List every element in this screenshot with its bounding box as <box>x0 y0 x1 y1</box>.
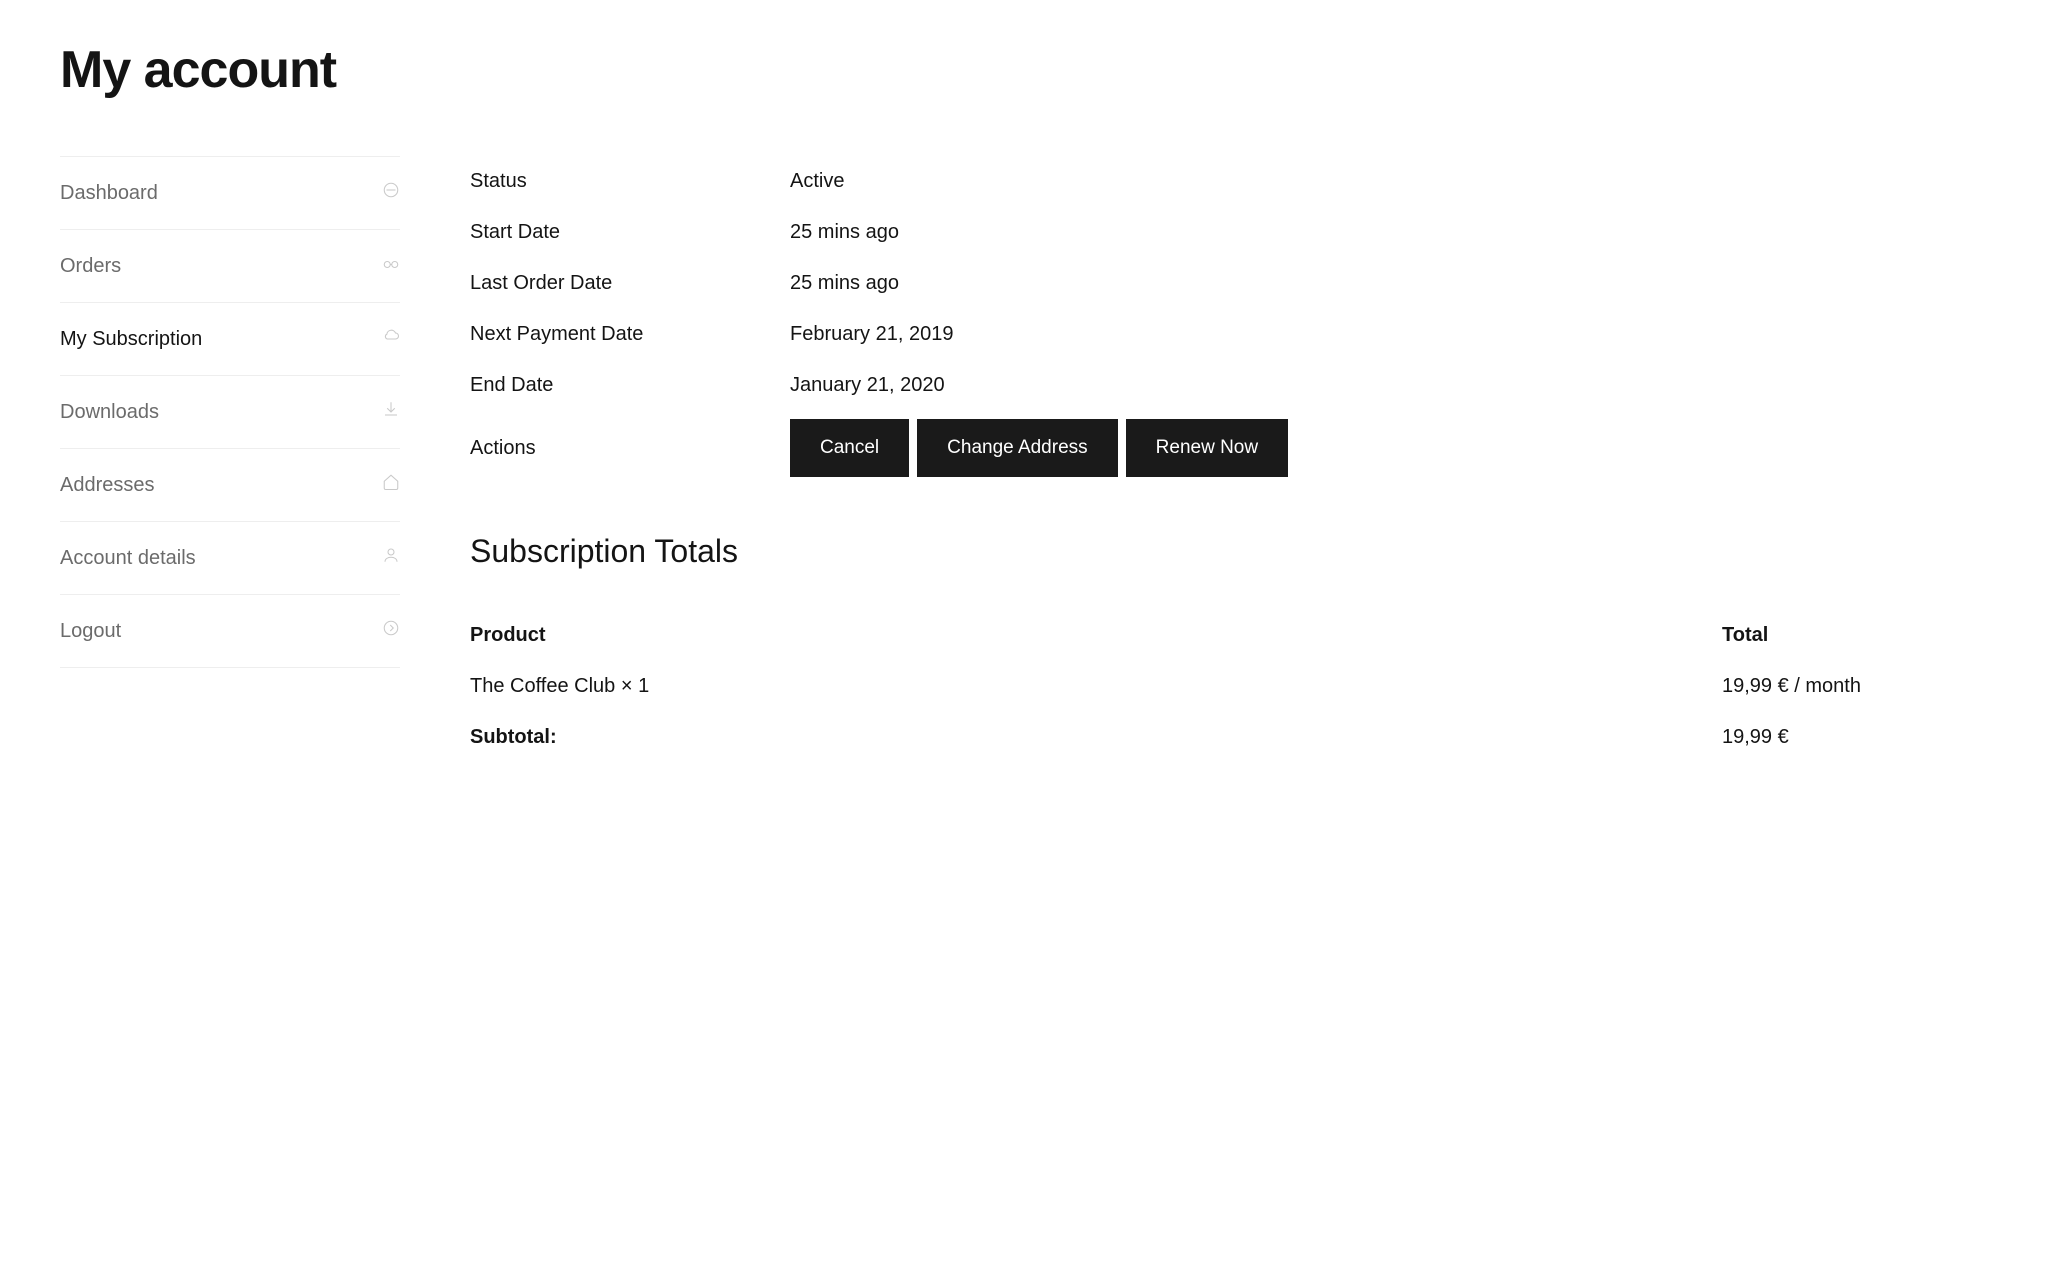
main-content: Status Active Start Date 25 mins ago Las… <box>470 156 2002 763</box>
row-start-date: Start Date 25 mins ago <box>470 207 2002 258</box>
home-icon <box>382 473 400 497</box>
subscription-totals-heading: Subscription Totals <box>470 533 2002 570</box>
sidebar-item-label: Dashboard <box>60 182 158 205</box>
layout: Dashboard Orders My Subscription Downloa… <box>60 156 2002 763</box>
sidebar-item-label: Orders <box>60 255 121 278</box>
totals-product-row: The Coffee Club × 1 19,99 € / month <box>470 661 2002 712</box>
status-value: Active <box>790 170 844 193</box>
subtotal-label: Subtotal: <box>470 726 1722 749</box>
actions-buttons: Cancel Change Address Renew Now <box>790 419 1288 477</box>
sidebar-item-label: Logout <box>60 620 121 643</box>
glasses-icon <box>382 254 400 278</box>
start-date-label: Start Date <box>470 221 790 244</box>
last-order-label: Last Order Date <box>470 272 790 295</box>
next-payment-label: Next Payment Date <box>470 323 790 346</box>
row-end-date: End Date January 21, 2020 <box>470 360 2002 411</box>
renew-now-button[interactable]: Renew Now <box>1126 419 1288 477</box>
sidebar-item-account-details[interactable]: Account details <box>60 521 400 594</box>
gauge-icon <box>382 181 400 205</box>
totals-subtotal-row: Subtotal: 19,99 € <box>470 712 2002 763</box>
page-title: My account <box>60 40 2002 100</box>
totals-table: Product Total The Coffee Club × 1 19,99 … <box>470 610 2002 763</box>
account-sidebar: Dashboard Orders My Subscription Downloa… <box>60 156 400 763</box>
last-order-value: 25 mins ago <box>790 272 899 295</box>
sidebar-item-label: Addresses <box>60 474 155 497</box>
arrow-right-circle-icon <box>382 619 400 643</box>
end-date-label: End Date <box>470 374 790 397</box>
subtotal-value: 19,99 € <box>1722 726 2002 749</box>
actions-label: Actions <box>470 437 790 460</box>
sidebar-item-label: Downloads <box>60 401 159 424</box>
sidebar-item-downloads[interactable]: Downloads <box>60 375 400 448</box>
download-icon <box>382 400 400 424</box>
change-address-button[interactable]: Change Address <box>917 419 1118 477</box>
row-last-order: Last Order Date 25 mins ago <box>470 258 2002 309</box>
product-header: Product <box>470 624 1722 647</box>
product-total: 19,99 € / month <box>1722 675 2002 698</box>
row-status: Status Active <box>470 156 2002 207</box>
next-payment-value: February 21, 2019 <box>790 323 953 346</box>
total-header: Total <box>1722 624 2002 647</box>
status-label: Status <box>470 170 790 193</box>
row-actions: Actions Cancel Change Address Renew Now <box>470 411 2002 477</box>
sidebar-item-dashboard[interactable]: Dashboard <box>60 156 400 229</box>
sidebar-item-orders[interactable]: Orders <box>60 229 400 302</box>
totals-header-row: Product Total <box>470 610 2002 661</box>
row-next-payment: Next Payment Date February 21, 2019 <box>470 309 2002 360</box>
product-name: The Coffee Club × 1 <box>470 675 1722 698</box>
sidebar-item-my-subscription[interactable]: My Subscription <box>60 302 400 375</box>
end-date-value: January 21, 2020 <box>790 374 945 397</box>
start-date-value: 25 mins ago <box>790 221 899 244</box>
sidebar-item-label: Account details <box>60 547 196 570</box>
cloud-icon <box>382 327 400 351</box>
sidebar-item-logout[interactable]: Logout <box>60 594 400 668</box>
sidebar-item-addresses[interactable]: Addresses <box>60 448 400 521</box>
cancel-button[interactable]: Cancel <box>790 419 909 477</box>
person-icon <box>382 546 400 570</box>
sidebar-item-label: My Subscription <box>60 328 202 351</box>
